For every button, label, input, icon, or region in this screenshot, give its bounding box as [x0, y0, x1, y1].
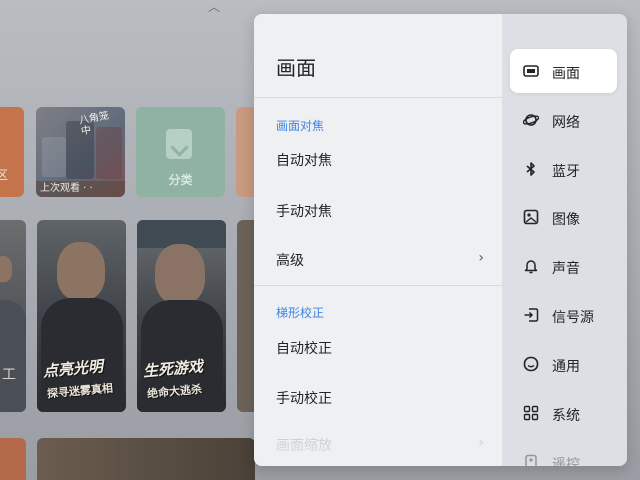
- category-label: 分类: [168, 173, 193, 187]
- nav-label: 信号源: [552, 310, 594, 326]
- nav-label: 画面: [552, 66, 580, 82]
- category-tile[interactable]: 分类: [136, 107, 225, 197]
- recently-watched-label: 上次观看 · ·: [36, 181, 125, 197]
- menu-item-label: 手动对焦: [276, 204, 332, 220]
- menu-item-label: 自动对焦: [276, 153, 332, 169]
- nav-item-signal-source[interactable]: 信号源: [510, 293, 617, 337]
- nav-label: 蓝牙: [552, 164, 580, 180]
- launcher-tile-orange[interactable]: 区: [0, 107, 24, 197]
- menu-item-manual-focus[interactable]: 手动对焦: [254, 187, 502, 233]
- nav-item-bluetooth[interactable]: 蓝牙: [510, 147, 617, 191]
- bookmark-icon: [166, 129, 192, 159]
- chevron-right-icon: ›: [478, 250, 484, 266]
- bell-sound-icon: [524, 260, 538, 274]
- nav-label: 系统: [552, 408, 580, 424]
- movie-poster[interactable]: 点亮光明 探寻迷雾真相: [37, 220, 126, 412]
- image-icon: [523, 209, 539, 225]
- menu-item-auto-focus[interactable]: 自动对焦: [254, 136, 502, 182]
- poster-title: 工: [2, 367, 16, 383]
- menu-item-label: 画面缩放: [276, 438, 332, 454]
- divider: [254, 285, 502, 286]
- menu-item-label: 手动校正: [276, 391, 332, 407]
- menu-item-manual-correction[interactable]: 手动校正: [254, 374, 502, 420]
- bluetooth-icon: [526, 162, 535, 176]
- nav-label: 图像: [552, 212, 580, 228]
- nav-item-sound[interactable]: 声音: [510, 244, 617, 288]
- nav-item-picture[interactable]: 画面: [510, 49, 617, 93]
- section-header-keystone: 梯形校正: [276, 306, 325, 320]
- general-smiley-icon: [523, 356, 539, 372]
- tile-label: 区: [0, 168, 9, 182]
- chevron-up-icon: ︿: [207, 0, 220, 14]
- nav-item-image[interactable]: 图像: [510, 195, 617, 239]
- recently-watched-tile[interactable]: 八角笼中 上次观看 · ·: [36, 107, 125, 197]
- picture-mode-icon: [523, 65, 539, 77]
- movie-poster[interactable]: 生死游戏 绝命大逃杀: [137, 220, 226, 412]
- nav-item-system[interactable]: 系统: [510, 391, 617, 435]
- nav-label: 声音: [552, 261, 580, 277]
- launcher-tile-bottom[interactable]: [0, 438, 26, 480]
- menu-item-label: 自动校正: [276, 341, 332, 357]
- nav-item-remote[interactable]: 遥控: [510, 440, 617, 466]
- settings-panel: 画面 画面对焦 自动对焦 手动对焦 高级 › 梯形校正 自动校正 手动校正 画面…: [254, 14, 627, 466]
- system-grid-icon: [523, 405, 539, 421]
- nav-label: 通用: [552, 359, 580, 375]
- menu-item-auto-correction[interactable]: 自动校正: [254, 324, 502, 370]
- section-header-focus: 画面对焦: [276, 119, 325, 133]
- divider: [254, 97, 502, 98]
- signal-source-icon: [524, 308, 539, 322]
- menu-item-advanced[interactable]: 高级 ›: [254, 236, 502, 282]
- remote-icon: [525, 454, 537, 466]
- nav-label: 遥控: [552, 457, 580, 466]
- chevron-right-icon: ›: [478, 435, 484, 451]
- movie-poster[interactable]: 工: [0, 220, 26, 412]
- menu-item-picture-zoom[interactable]: 画面缩放 ›: [254, 421, 502, 466]
- panel-title: 画面: [276, 56, 316, 80]
- nav-item-network[interactable]: 网络: [510, 98, 617, 142]
- settings-nav: 画面 网络 蓝牙 图像 声音 信号源 通用 系统 遥控: [502, 14, 627, 466]
- settings-content: 画面 画面对焦 自动对焦 手动对焦 高级 › 梯形校正 自动校正 手动校正 画面…: [254, 14, 502, 466]
- menu-item-label: 高级: [276, 253, 304, 269]
- planet-network-icon: [523, 114, 539, 126]
- launcher-tile-bottom[interactable]: [37, 438, 255, 480]
- nav-item-general[interactable]: 通用: [510, 342, 617, 386]
- nav-label: 网络: [552, 115, 580, 131]
